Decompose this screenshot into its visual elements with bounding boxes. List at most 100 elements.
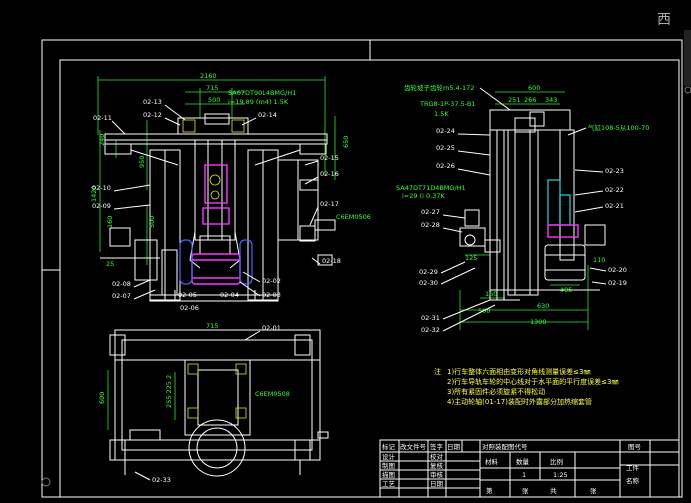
label-callouts-c0201: 02-01 [262, 324, 281, 332]
front-view [97, 76, 336, 302]
label-notes_green-bolt1: C6EM0506 [336, 213, 371, 221]
label-callouts-c0215: 02-15 [320, 154, 339, 162]
label-title_block-shuliang: 数量 [516, 457, 530, 466]
label-callouts-c0205: 02-05 [178, 291, 197, 299]
label-notes_green-motor2b: i=29 (i 0.37K [402, 192, 445, 200]
label-callouts-c0224: 02-24 [436, 127, 455, 135]
label-callouts-c0212: 02-12 [143, 111, 162, 119]
label-dims-d630: 630 [537, 302, 549, 310]
label-title_block-biaoji: 标记 [382, 442, 396, 451]
label-title_block-mingcheng: 名称 [626, 476, 640, 485]
label-callouts-c0227: 02-27 [421, 208, 440, 216]
label-callouts-c0213: 02-13 [143, 98, 162, 106]
label-notes_green-reducer_b: 1.5K [434, 110, 449, 118]
label-dims-d715b: 715 [206, 322, 218, 330]
label-callouts-c0202: 02-02 [262, 277, 281, 285]
label-dims-d251: 251 [508, 96, 520, 104]
label-dims-d25: 25 [106, 260, 114, 268]
label-dims-d600b: 600 [98, 392, 106, 404]
label-title_block-cailiao: 材料 [485, 457, 499, 466]
label-notes_green-motor1: SA67DT90L4BMG/H1 [228, 89, 296, 97]
outer-frame [41, 39, 683, 498]
label-title_block-code_label: 对照装配图代号 [482, 442, 528, 451]
label-dims-d125: 125 [465, 254, 477, 262]
label-notes_green-motor1b: i=19.89 (m4) 1.5K [228, 98, 289, 106]
label-dims-d500a: 500 [208, 96, 220, 104]
label-notes_green-gear_spec: 齿轮坡子齿轮m5.4-172 [404, 83, 474, 92]
label-callouts-c0214: 02-14 [258, 111, 277, 119]
label-callouts-c0209: 02-09 [92, 202, 111, 210]
label-title_block-gongjian: 工件 [626, 463, 640, 472]
label-notes_green-bolt2: C6EM0508 [255, 390, 290, 398]
label-dims-d160b: 160 [485, 290, 497, 298]
label-callouts-c0233: 02-33 [152, 476, 171, 484]
label-callouts-c0223: 02-23 [605, 167, 624, 175]
label-callouts-c0232: 02-32 [421, 326, 440, 334]
label-dims-d650: 650 [342, 136, 350, 148]
label-callouts-c0211: 02-11 [93, 114, 112, 122]
label-dims-d1300: 1300 [530, 318, 547, 326]
label-dims-d160a: 160 [106, 216, 114, 228]
label-title_block-sheji: 设计 [382, 452, 396, 461]
snap-target-icon[interactable] [684, 86, 691, 94]
label-title_block-gong: 共 [550, 486, 557, 495]
label-callouts-c0203: 02-03 [262, 291, 281, 299]
label-notes_green-cyl: 气缸108-5从100-70 [588, 123, 649, 132]
scrollbar[interactable] [684, 30, 691, 86]
label-dims-d600r: 600 [528, 84, 540, 92]
label-dims-d110: 110 [593, 256, 605, 264]
label-notes-n1: 1)行车整体六面相由变形对角线测量误差≤3㎜ [447, 367, 591, 376]
label-notes-n2: 2)行车导轨车轮的中心线对于水平面的平行度误差≤3㎜ [447, 377, 619, 386]
label-title_block-di: 第 [486, 486, 493, 495]
label-callouts-c0220: 02-20 [608, 266, 627, 274]
label-notes-label: 注 [434, 367, 441, 376]
label-title_block-zhang2: 张 [590, 486, 597, 495]
cad-drawing: 西 2160 715 500 240 1420 950 160 500 25 6… [41, 12, 691, 498]
label-notes-n3: 3)所有紧固件必须旋紧不得松动 [447, 387, 545, 396]
label-callouts-c0207: 02-07 [112, 292, 131, 300]
label-callouts-c0219: 02-19 [608, 279, 627, 287]
label-notes_green-motor2: SA47DT71D4BMG/H1 [396, 184, 466, 192]
label-callouts-c0210: 02-10 [92, 184, 111, 192]
label-callouts-c0206: 02-06 [180, 304, 199, 312]
snap-target-icon[interactable] [41, 477, 51, 487]
label-callouts-c0204: 02-04 [220, 291, 239, 299]
label-dims-d495: 495 [560, 286, 572, 294]
label-title_block-qianzi: 签字 [430, 442, 444, 451]
label-title_block-gongyi: 工艺 [382, 480, 396, 488]
svg-text:255 225 2: 255 225 2 [165, 375, 173, 408]
label-callouts-c0218: 02-18 [322, 257, 341, 265]
label-dims-d240: 240 [98, 134, 106, 146]
label-dims-d950: 950 [138, 156, 146, 168]
label-callouts-c0228: 02-28 [421, 221, 440, 229]
watermark-text: 西 [657, 12, 671, 28]
label-title_block-riqi: 日期 [447, 443, 461, 451]
top-view [107, 329, 329, 477]
label-title_block-gaizhi: 改文件号 [400, 442, 427, 451]
label-dims-d343: 343 [545, 96, 557, 104]
label-callouts-c0217: 02-17 [320, 200, 339, 208]
label-dims-d2160: 2160 [200, 72, 217, 80]
label-title_block-zhang1: 张 [522, 486, 529, 495]
label-callouts-c0225: 02-25 [436, 144, 455, 152]
label-title_block-tuhao: 图号 [628, 443, 642, 451]
label-title_block-bili: 比例 [550, 457, 563, 466]
label-title_block-riqi2: 日期 [430, 480, 444, 488]
label-notes-n4: 4)主动轮轴(01-17)装配时外露部分加热缩套管 [447, 397, 592, 406]
inner-frame [59, 59, 680, 498]
label-title_block-scale: 1:25 [553, 471, 568, 479]
label-callouts-c0222: 02-22 [605, 186, 624, 194]
label-dims-d715a: 715 [206, 84, 218, 92]
label-callouts-c0216: 02-16 [320, 170, 339, 178]
label-callouts-c0208: 02-08 [112, 280, 131, 288]
label-callouts-c0221: 02-21 [605, 202, 624, 210]
label-title_block-zhitu: 制图 [382, 461, 395, 470]
label-title_block-miaotu: 描图 [382, 470, 395, 479]
label-notes_green-reducer: TRG8-1P-37.5-B1 [419, 100, 475, 108]
label-callouts-c0226: 02-26 [436, 162, 455, 170]
label-title_block-qty: 1 [522, 471, 526, 479]
label-title_block-xiaodui: 校对 [430, 452, 444, 461]
label-callouts-c0231: 02-31 [421, 314, 440, 322]
label-dims-d266: 266 [524, 96, 536, 104]
label-dims-d500v: 500 [148, 216, 156, 228]
